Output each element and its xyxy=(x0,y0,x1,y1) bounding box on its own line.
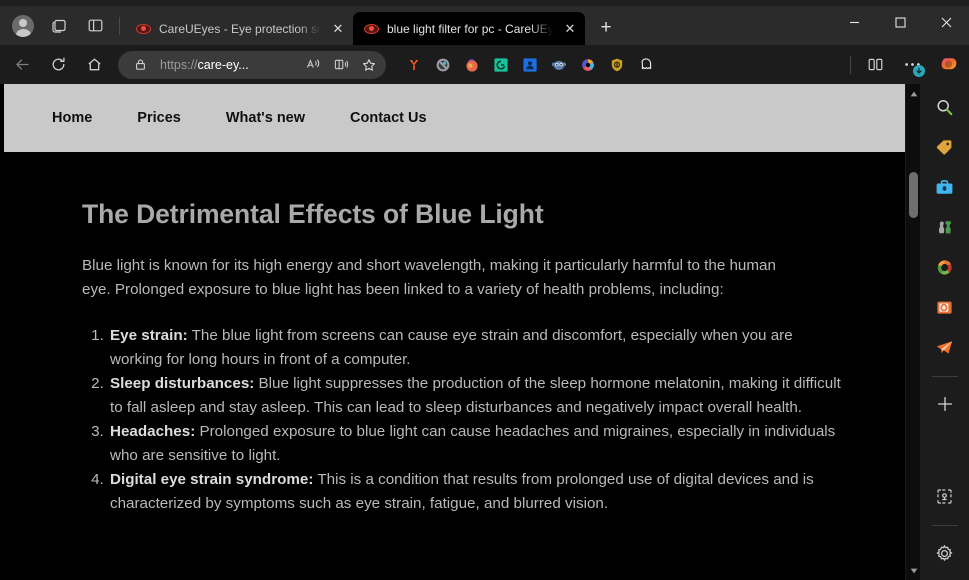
maximize-button[interactable] xyxy=(877,0,923,45)
tab-strip: CareUEyes - Eye protection softw ✕ blue … xyxy=(125,6,621,45)
careueyes-eye-icon xyxy=(135,21,151,37)
shield-extension-icon[interactable] xyxy=(603,51,631,79)
browser-title-bar: CareUEyes - Eye protection softw ✕ blue … xyxy=(0,0,969,45)
careueyes-eye-icon xyxy=(363,21,379,37)
list-item: Digital eye strain syndrome: This is a c… xyxy=(108,468,842,516)
list-item-term: Sleep disturbances: xyxy=(110,375,255,392)
address-bar[interactable]: https://care-ey... xyxy=(118,50,386,79)
games-icon[interactable] xyxy=(928,210,962,244)
sidebar-divider xyxy=(931,376,958,377)
tools-briefcase-icon[interactable] xyxy=(928,170,962,204)
read-aloud-icon[interactable] xyxy=(300,53,326,77)
colorwheel-extension-icon[interactable] xyxy=(574,51,602,79)
add-sidebar-app-button[interactable] xyxy=(928,387,962,421)
minimize-button[interactable] xyxy=(831,0,877,45)
star-icon[interactable] xyxy=(356,53,382,77)
shopping-tag-icon[interactable] xyxy=(928,130,962,164)
immersive-reader-icon[interactable] xyxy=(328,53,354,77)
list-item-term: Digital eye strain syndrome: xyxy=(110,471,314,488)
yandex-extension-icon[interactable] xyxy=(400,51,428,79)
back-button[interactable] xyxy=(6,50,38,80)
page-viewport: Home Prices What's new Contact Us The De… xyxy=(0,84,920,580)
home-icon[interactable] xyxy=(78,50,110,80)
site-nav-whats-new[interactable]: What's new xyxy=(226,110,305,126)
tab-close-button[interactable]: ✕ xyxy=(561,20,579,38)
tab-pane-icon[interactable] xyxy=(78,11,112,41)
intro-paragraph: Blue light is known for its high energy … xyxy=(82,257,776,298)
list-item-term: Eye strain: xyxy=(110,327,188,344)
extensions-tray xyxy=(400,51,660,79)
browser-tab-2[interactable]: blue light filter for pc - CareUEye ✕ xyxy=(353,12,585,45)
title-bar-divider xyxy=(119,16,120,35)
tab-close-button[interactable]: ✕ xyxy=(329,20,347,38)
title-bar-left-controls xyxy=(0,6,125,45)
search-icon[interactable] xyxy=(928,90,962,124)
download-badge xyxy=(913,64,925,77)
url-scheme: https:// xyxy=(160,57,198,72)
page-scrollbar[interactable] xyxy=(905,84,920,580)
url-text[interactable]: https://care-ey... xyxy=(155,58,298,72)
url-host: care-ey... xyxy=(197,57,249,72)
lastpass-extension-icon[interactable] xyxy=(516,51,544,79)
copilot-icon[interactable] xyxy=(933,50,965,80)
scroll-up-arrow[interactable] xyxy=(906,86,921,101)
article-content: The Detrimental Effects of Blue Light Bl… xyxy=(0,152,905,516)
ghostery-extension-icon[interactable] xyxy=(632,51,660,79)
window-drag-strip xyxy=(0,0,969,6)
toolbar-divider xyxy=(850,55,851,74)
list-item: Headaches: Prolonged exposure to blue li… xyxy=(108,420,842,468)
workspaces-icon[interactable] xyxy=(42,11,76,41)
site-nav-home[interactable]: Home xyxy=(52,110,92,126)
split-screen-icon[interactable] xyxy=(859,50,891,80)
more-settings-icon[interactable] xyxy=(896,50,928,80)
list-item: Sleep disturbances: Blue light suppresse… xyxy=(108,372,842,420)
adblock-extension-icon[interactable] xyxy=(429,51,457,79)
scrollbar-thumb[interactable] xyxy=(909,172,918,218)
toolbar-right-controls xyxy=(845,45,967,84)
site-nav-prices[interactable]: Prices xyxy=(137,110,181,126)
outlook-icon[interactable] xyxy=(928,290,962,324)
lock-icon xyxy=(127,53,153,77)
list-item: Eye strain: The blue light from screens … xyxy=(108,324,842,372)
monkey-extension-icon[interactable] xyxy=(545,51,573,79)
list-item-term: Headaches: xyxy=(110,423,196,440)
edge-sidebar xyxy=(920,84,969,580)
list-item-text: Prolonged exposure to blue light can cau… xyxy=(110,423,836,464)
list-item-text: The blue light from screens can cause ey… xyxy=(110,327,793,368)
account-avatar[interactable] xyxy=(6,11,40,41)
scroll-down-arrow[interactable] xyxy=(906,563,921,578)
tab-title: blue light filter for pc - CareUEye xyxy=(387,21,553,36)
browser-tab-1[interactable]: CareUEyes - Eye protection softw ✕ xyxy=(125,12,353,45)
firefox-extension-icon[interactable] xyxy=(458,51,486,79)
telegram-icon[interactable] xyxy=(928,330,962,364)
sidebar-divider-bottom xyxy=(931,525,958,526)
page-title: The Detrimental Effects of Blue Light xyxy=(82,199,544,229)
gear-icon[interactable] xyxy=(928,536,962,570)
tab-title: CareUEyes - Eye protection softw xyxy=(159,21,321,36)
new-tab-button[interactable]: + xyxy=(591,13,621,43)
grammarly-extension-icon[interactable] xyxy=(487,51,515,79)
close-window-button[interactable] xyxy=(923,0,969,45)
window-controls xyxy=(831,0,969,45)
site-nav-contact-us[interactable]: Contact Us xyxy=(350,110,427,126)
effects-list: Eye strain: The blue light from screens … xyxy=(82,324,842,516)
avatar xyxy=(12,14,34,37)
site-navigation-bar: Home Prices What's new Contact Us xyxy=(4,84,909,152)
browser-toolbar: https://care-ey... xyxy=(0,45,969,84)
microsoft-365-icon[interactable] xyxy=(928,250,962,284)
customize-sidebar-icon[interactable] xyxy=(928,479,962,513)
refresh-icon[interactable] xyxy=(42,50,74,80)
